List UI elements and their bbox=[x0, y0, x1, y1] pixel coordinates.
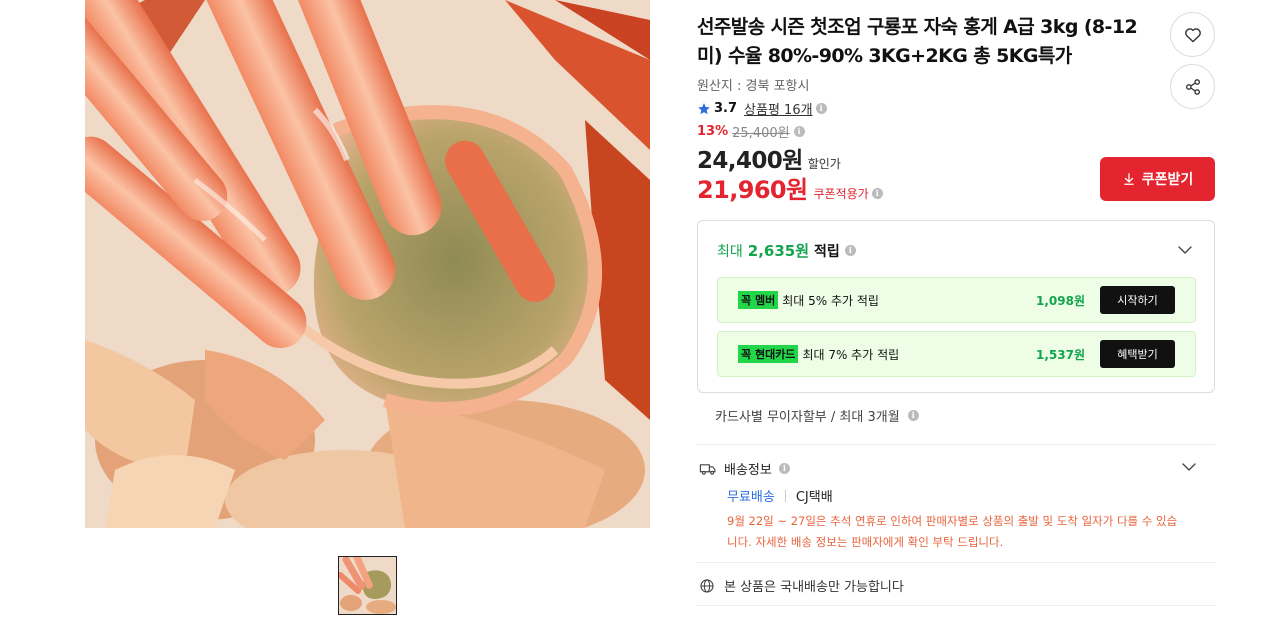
carrier-label: CJ택배 bbox=[795, 490, 833, 505]
shipping-methods: 무료배송 CJ택배 bbox=[727, 486, 833, 505]
reward-item-desc: 최대 7% 추가 적립 bbox=[802, 347, 900, 362]
domestic-shipping-note: 본 상품은 국내배송만 가능합니다 bbox=[699, 576, 904, 595]
reward-summary[interactable]: 최대 2,635원 적립 i bbox=[717, 240, 856, 261]
star-icon bbox=[698, 102, 710, 114]
shipping-notice: 9월 22일 ~ 27일은 추석 연휴로 인하여 판매자별로 상품의 출발 및 … bbox=[727, 514, 1178, 549]
divider bbox=[697, 605, 1215, 606]
info-icon[interactable]: i bbox=[793, 126, 805, 137]
rating-row: 3.7 상품평 16개 i bbox=[697, 99, 827, 118]
member-tag: 꼭 멤버 bbox=[738, 291, 779, 309]
discount-rate: 13% bbox=[697, 124, 729, 139]
rating-score: 3.7 bbox=[714, 101, 738, 116]
original-price: 25,400원 bbox=[732, 126, 790, 141]
shipping-header: 배송정보 i bbox=[699, 459, 790, 478]
chevron-down-icon[interactable] bbox=[1176, 241, 1194, 259]
coupon-price-label-group: 쿠폰적용가 i bbox=[814, 185, 883, 202]
get-coupon-label: 쿠폰받기 bbox=[1141, 172, 1194, 188]
installment-text: 카드사별 무이자할부 / 최대 3개월 bbox=[715, 410, 900, 425]
info-icon[interactable]: i bbox=[844, 245, 856, 256]
start-membership-button[interactable]: 시작하기 bbox=[1100, 286, 1175, 314]
reward-item-member: 꼭 멤버 최대 5% 추가 적립 1,098원 시작하기 bbox=[717, 277, 1196, 323]
globe-icon bbox=[700, 578, 714, 593]
share-button[interactable] bbox=[1170, 64, 1215, 109]
info-icon[interactable]: i bbox=[907, 410, 919, 421]
favorite-button[interactable] bbox=[1170, 12, 1215, 57]
divider bbox=[697, 444, 1215, 445]
coupon-price-label: 쿠폰적용가 bbox=[813, 187, 869, 201]
reward-item-amount: 1,537원 bbox=[1036, 347, 1085, 362]
get-coupon-button[interactable]: 쿠폰받기 bbox=[1100, 157, 1215, 201]
card-tag: 꼭 현대카드 bbox=[738, 345, 799, 363]
coupon-price-row: 21,960원 쿠폰적용가 i bbox=[697, 170, 883, 205]
free-shipping-label: 무료배송 bbox=[727, 490, 775, 505]
info-icon[interactable]: i bbox=[871, 188, 883, 199]
product-thumbnail[interactable] bbox=[338, 556, 397, 615]
reward-prefix: 최대 bbox=[717, 243, 743, 260]
review-count-link[interactable]: 상품평 16개 bbox=[744, 99, 813, 118]
domestic-text: 본 상품은 국내배송만 가능합니다 bbox=[724, 580, 904, 595]
download-icon bbox=[1124, 173, 1134, 185]
coupon-price: 21,960원 bbox=[697, 176, 808, 204]
installment-info: 카드사별 무이자할부 / 최대 3개월 i bbox=[715, 406, 919, 425]
info-icon[interactable]: i bbox=[778, 463, 790, 474]
reward-item-desc: 최대 5% 추가 적립 bbox=[782, 293, 879, 308]
share-icon bbox=[1185, 78, 1200, 95]
reward-item-card: 꼭 현대카드 최대 7% 추가 적립 1,537원 혜택받기 bbox=[717, 331, 1196, 377]
get-benefit-button[interactable]: 혜택받기 bbox=[1100, 340, 1175, 368]
info-icon[interactable]: i bbox=[815, 103, 827, 114]
reward-suffix: 적립 bbox=[814, 243, 840, 260]
discount-row: 13% 25,400원 i bbox=[697, 122, 805, 141]
reward-box: 최대 2,635원 적립 i 꼭 멤버 최대 5% 추가 적립 1,098원 시… bbox=[697, 220, 1215, 393]
reward-item-amount: 1,098원 bbox=[1036, 293, 1085, 308]
reward-amount: 2,635원 bbox=[747, 242, 810, 260]
origin-text: 원산지 : 경북 포항시 bbox=[697, 79, 810, 94]
heart-icon bbox=[1184, 27, 1201, 42]
product-title: 선주발송 시즌 첫조업 구룡포 자숙 홍게 A급 3kg (8-12미) 수율 … bbox=[697, 16, 1138, 67]
shipping-title: 배송정보 bbox=[724, 463, 772, 478]
truck-icon bbox=[699, 463, 716, 475]
product-main-image bbox=[85, 0, 650, 528]
divider bbox=[697, 562, 1215, 563]
chevron-down-icon[interactable] bbox=[1180, 458, 1198, 476]
divider bbox=[784, 489, 786, 502]
